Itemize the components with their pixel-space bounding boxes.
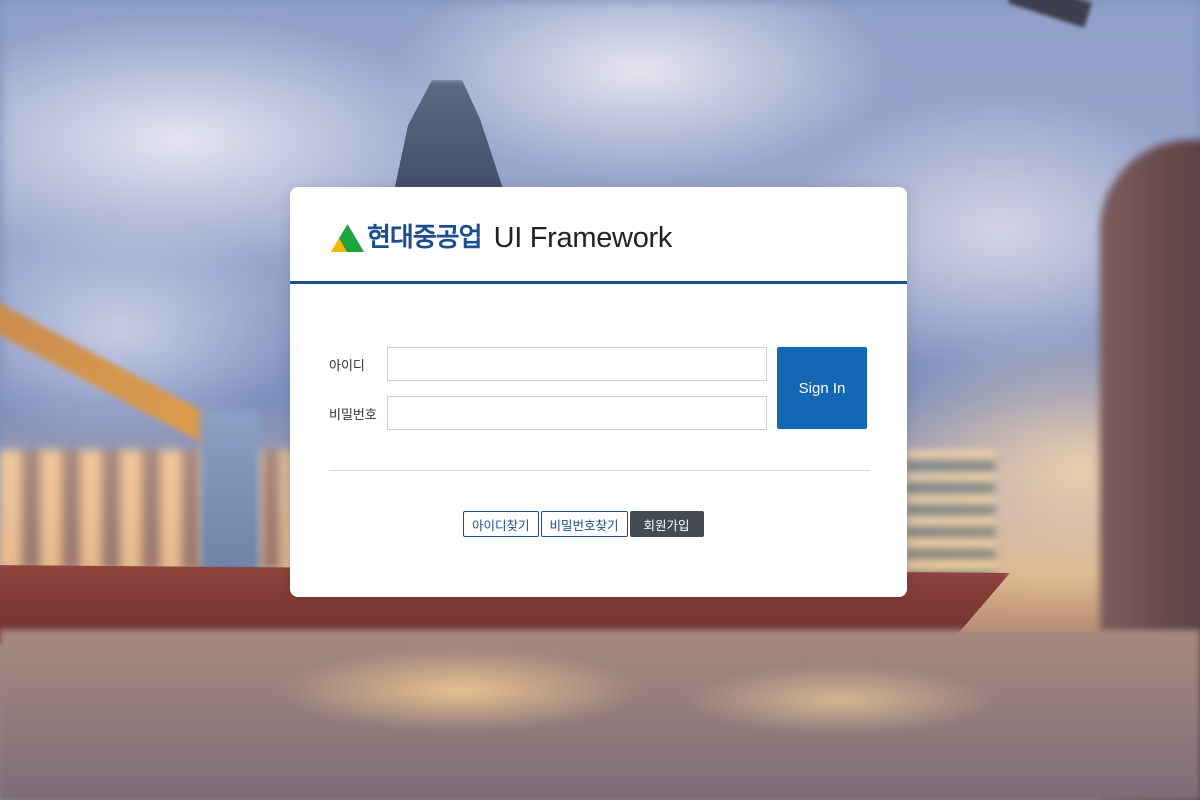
- login-page: 현대중공업 UI Framework 아이디 비밀번호 Sign In 아이디찾…: [0, 0, 1200, 800]
- background-water: [0, 630, 1200, 800]
- logo-product-name: UI Framework: [493, 222, 673, 254]
- hyundai-triangle-logo-icon: [331, 224, 364, 252]
- background-deck-right: [905, 450, 995, 580]
- background-crane-tower: [200, 410, 260, 590]
- password-input[interactable]: [387, 396, 767, 430]
- id-label: 아이디: [329, 358, 365, 374]
- find-password-button[interactable]: 비밀번호찾기: [540, 511, 628, 537]
- sign-up-button[interactable]: 회원가입: [629, 511, 704, 537]
- divider: [329, 470, 870, 471]
- login-card: 현대중공업 UI Framework 아이디 비밀번호 Sign In 아이디찾…: [290, 187, 907, 597]
- id-row: 아이디: [329, 347, 767, 381]
- card-header: 현대중공업 UI Framework: [290, 187, 907, 284]
- sign-in-button[interactable]: Sign In: [777, 347, 867, 429]
- logo-company-name: 현대중공업: [367, 223, 483, 253]
- account-links: 아이디찾기 비밀번호찾기 회원가입: [463, 511, 704, 537]
- password-label: 비밀번호: [329, 407, 377, 423]
- id-input[interactable]: [387, 347, 767, 381]
- find-id-button[interactable]: 아이디찾기: [463, 511, 539, 537]
- logo: 현대중공업 UI Framework: [330, 223, 672, 253]
- password-row: 비밀번호: [329, 396, 767, 430]
